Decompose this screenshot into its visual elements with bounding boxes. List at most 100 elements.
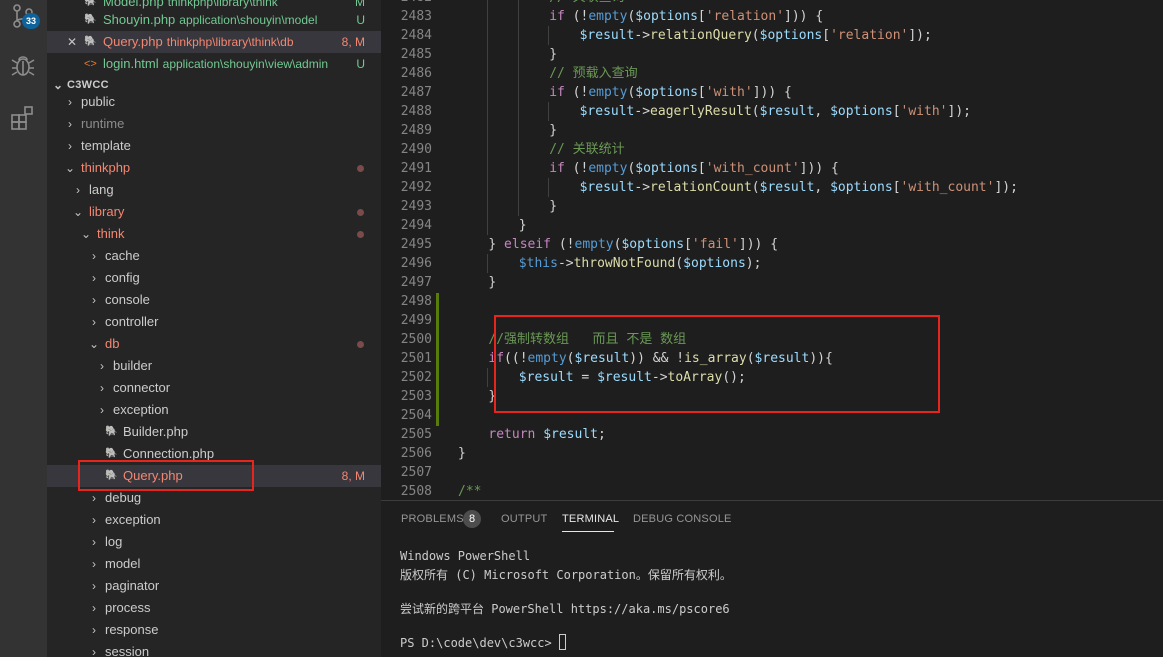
chevron-right-icon: ›	[68, 139, 72, 153]
tree-item-label: public	[81, 94, 115, 109]
chevron-right-icon: ›	[92, 579, 96, 593]
code-token: (	[751, 180, 760, 195]
code-text: /**	[458, 482, 481, 500]
code-line: 2485}	[381, 45, 1163, 64]
debug-icon[interactable]	[9, 51, 37, 79]
code-text: // 预载入查询	[549, 64, 637, 83]
tree-folder-item[interactable]: ⌄ library	[47, 201, 381, 223]
code-token: // 关联查询	[549, 0, 624, 5]
tree-folder-item[interactable]: › log	[47, 531, 381, 553]
tree-folder-item[interactable]: ⌄ thinkphp	[47, 157, 381, 179]
code-line: 2496 $this->throwNotFound($options);	[381, 254, 1163, 273]
code-token: }	[458, 446, 466, 461]
chevron-right-icon: ›	[100, 359, 104, 373]
line-number: 2499	[400, 313, 432, 328]
code-token: ;	[597, 427, 606, 442]
code-text: } elseif (!empty($options['fail'])) {	[488, 235, 778, 254]
code-token: $result	[579, 104, 635, 119]
code-text: }	[549, 45, 557, 64]
indent-guide	[517, 178, 519, 197]
php-file-icon: 🐘	[84, 14, 97, 25]
code-token: ->	[634, 180, 651, 195]
tree-item-label: Builder.php	[123, 424, 189, 439]
file-name: Model.php	[103, 0, 164, 9]
tree-folder-item[interactable]: ⌄ db	[47, 333, 381, 355]
tree-folder-item[interactable]: › cache	[47, 245, 381, 267]
code-token: $options	[830, 104, 893, 119]
code-line: 2488 $result->eagerlyResult($result, $opt…	[381, 102, 1163, 121]
code-token: $options	[635, 9, 698, 24]
tree-item-label: template	[81, 138, 131, 153]
code-token: $result	[759, 180, 815, 195]
tree-folder-item[interactable]: › template	[47, 135, 381, 157]
tree-item-label: process	[105, 600, 151, 615]
open-editor-item[interactable]: ✕ 🐘 Query.php thinkphp\library\think\db 8, M	[47, 31, 381, 53]
indent-guide	[517, 83, 519, 102]
tree-item-label: config	[105, 270, 140, 285]
tree-folder-item[interactable]: › response	[47, 619, 381, 641]
tree-item-label: library	[89, 204, 125, 219]
tab-output[interactable]: OUTPUT	[501, 513, 547, 525]
tab-terminal[interactable]: TERMINAL	[562, 513, 619, 525]
open-editor-item[interactable]: 🐘 Shouyin.php application\shouyin\model U	[47, 9, 381, 31]
code-token: $options	[621, 237, 685, 252]
tree-folder-item[interactable]: ⌄ think	[47, 223, 381, 245]
code-token: if	[549, 161, 565, 176]
tree-folder-item[interactable]: › runtime	[47, 113, 381, 135]
tree-folder-item[interactable]: › controller	[47, 311, 381, 333]
code-token: (!	[551, 237, 575, 252]
tree-folder-item[interactable]: › lang	[47, 179, 381, 201]
chevron-right-icon: ›	[92, 315, 96, 329]
code-line: 2493}	[381, 197, 1163, 216]
tree-folder-item[interactable]: › exception	[47, 399, 381, 421]
tree-item-label: response	[105, 622, 159, 637]
tree-folder-item[interactable]: › config	[47, 267, 381, 289]
code-token: }	[518, 218, 527, 233]
code-token: relationCount	[650, 180, 752, 195]
code-text: }	[488, 273, 496, 292]
tree-folder-item[interactable]: › console	[47, 289, 381, 311]
activity-bar: 33	[0, 0, 47, 657]
line-number: 2498	[400, 294, 432, 309]
code-text: // 关联统计	[549, 140, 624, 159]
code-line: 2498	[381, 292, 1163, 311]
code-line: 2484 $result->relationQuery($options['rel…	[381, 26, 1163, 45]
code-token: relationQuery	[650, 28, 752, 43]
tree-folder-item[interactable]: › builder	[47, 355, 381, 377]
indent-guide	[548, 178, 550, 197]
code-token: }	[488, 237, 505, 252]
tree-folder-item[interactable]: › public	[47, 91, 381, 113]
tree-folder-item[interactable]: › session	[47, 641, 381, 657]
line-number: 2494	[400, 218, 432, 233]
code-text: }	[549, 121, 557, 140]
tree-folder-item[interactable]: › process	[47, 597, 381, 619]
tree-folder-item[interactable]: › model	[47, 553, 381, 575]
tab-problems[interactable]: PROBLEMS	[401, 513, 464, 525]
terminal-prompt[interactable]: PS D:\code\dev\c3wcc>	[400, 634, 566, 650]
open-editor-item[interactable]: <> login.html application\shouyin\view\adm…	[47, 53, 381, 75]
indent-guide	[487, 121, 489, 140]
code-token: 'with'	[705, 85, 753, 100]
close-icon[interactable]: ✕	[67, 31, 77, 53]
terminal-line: 版权所有 (C) Microsoft Corporation。保留所有权利。	[400, 568, 732, 582]
tree-item-label: exception	[105, 512, 161, 527]
code-token: 'with_count'	[705, 161, 800, 176]
indent-guide	[487, 7, 489, 26]
tree-file-item[interactable]: 🐘 Builder.php	[47, 421, 381, 443]
file-path: application\shouyin\model	[179, 13, 318, 27]
code-token: $result	[579, 180, 635, 195]
indent-guide	[517, 0, 519, 7]
tab-debug-console[interactable]: DEBUG CONSOLE	[633, 513, 732, 525]
extensions-icon[interactable]	[9, 104, 37, 132]
line-number: 2492	[400, 180, 432, 195]
chevron-right-icon: ›	[92, 535, 96, 549]
tree-item-label: db	[105, 336, 120, 351]
tree-folder-item[interactable]: › connector	[47, 377, 381, 399]
code-token: }	[549, 47, 558, 62]
code-editor[interactable]: 2482// 关联查询2483if (!empty($options['rela…	[381, 0, 1163, 500]
tree-folder-item[interactable]: › paginator	[47, 575, 381, 597]
git-status-badge: 8, M	[341, 469, 365, 483]
line-number: 2488	[400, 104, 432, 119]
tree-folder-item[interactable]: › exception	[47, 509, 381, 531]
git-status-badge: 8, M	[341, 35, 365, 49]
